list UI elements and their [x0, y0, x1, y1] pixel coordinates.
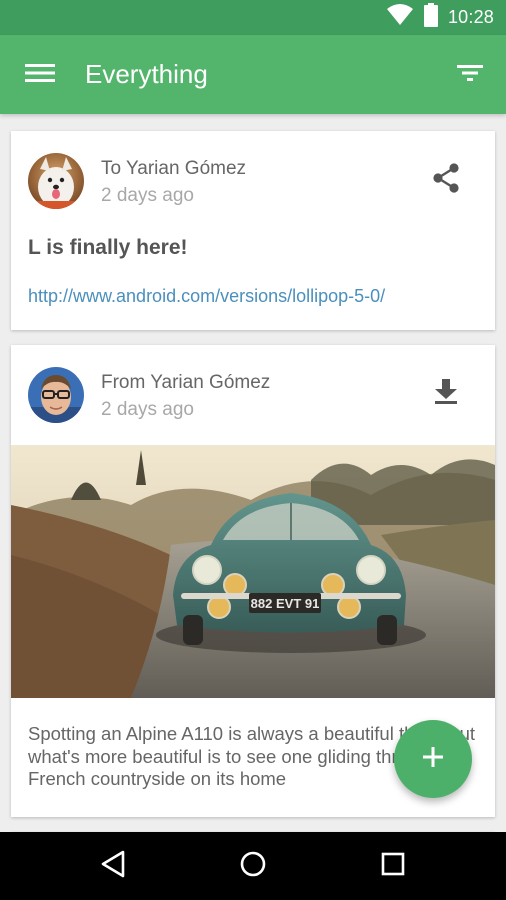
- battery-icon: [423, 3, 438, 32]
- back-icon: [100, 850, 126, 883]
- man-glasses-avatar[interactable]: [28, 367, 84, 423]
- home-icon: [239, 850, 267, 883]
- status-icons: 10:28: [386, 0, 494, 35]
- post-author: To Yarian Gómez: [101, 158, 247, 179]
- menu-button[interactable]: [22, 57, 58, 93]
- download-button[interactable]: [429, 377, 463, 411]
- recents-icon: [380, 851, 406, 882]
- status-bar: 10:28: [0, 0, 506, 35]
- app-bar: Everything: [0, 35, 506, 114]
- share-icon: [432, 162, 460, 198]
- post-link[interactable]: http://www.android.com/versions/lollipop…: [28, 286, 385, 307]
- dog-avatar[interactable]: [28, 153, 84, 209]
- post-author: From Yarian Gómez: [101, 372, 271, 393]
- wifi-icon: [386, 4, 414, 31]
- filter-button[interactable]: [452, 57, 488, 93]
- back-button[interactable]: [95, 848, 131, 884]
- add-button[interactable]: [394, 720, 472, 798]
- filter-icon: [457, 64, 483, 87]
- download-icon: [434, 378, 458, 410]
- status-time: 10:28: [447, 7, 494, 27]
- home-button[interactable]: [235, 848, 271, 884]
- post-card-shared[interactable]: To Yarian Gómez 2 days ago L is finally …: [11, 131, 495, 330]
- vintage-car-photo[interactable]: 882 EVT 91: [11, 445, 495, 698]
- post-time: 2 days ago: [101, 185, 194, 206]
- post-time: 2 days ago: [101, 399, 194, 420]
- post-title: L is finally here!: [28, 236, 188, 259]
- add-icon: [421, 745, 445, 774]
- system-nav-bar: [0, 832, 506, 900]
- recents-button[interactable]: [375, 848, 411, 884]
- share-button[interactable]: [429, 162, 463, 198]
- app-title: Everything: [85, 59, 208, 89]
- menu-icon: [25, 63, 55, 88]
